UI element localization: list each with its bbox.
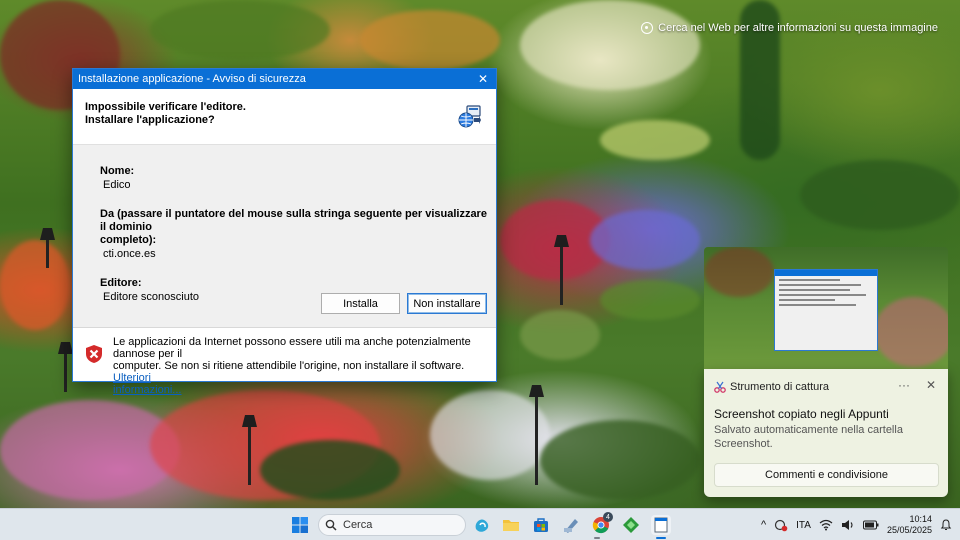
wallpaper-shrub — [540, 420, 700, 500]
wallpaper-flowers — [0, 240, 70, 330]
clock-time: 10:14 — [909, 514, 932, 524]
green-app-icon[interactable] — [621, 515, 641, 535]
warning-line1: Le applicazioni da Internet possono esse… — [113, 336, 471, 360]
show-hidden-icons-chevron[interactable]: ^ — [761, 519, 766, 531]
wallpaper-flowers — [590, 210, 700, 270]
publisher-label: Editore: — [100, 277, 142, 289]
name-value: Edico — [103, 179, 131, 191]
active-window-indicator — [656, 537, 666, 539]
dialog-heading-line2: Installare l'applicazione? — [85, 114, 215, 126]
search-label: Cerca — [343, 519, 373, 531]
clock[interactable]: 10:14 25/05/2025 — [887, 514, 932, 536]
name-label: Nome: — [100, 165, 135, 177]
clock-date: 25/05/2025 — [886, 525, 932, 535]
screenshot-thumbnail[interactable] — [704, 247, 948, 369]
visual-search-icon — [641, 22, 654, 34]
wallpaper-lawn — [600, 280, 700, 320]
thumbnail-foliage — [704, 247, 774, 297]
thumbnail-dialog — [774, 269, 878, 351]
language-indicator[interactable]: ITA — [796, 520, 811, 531]
dialog-warning-footer: Le applicazioni da Internet possono esse… — [73, 327, 496, 396]
taskbar-search-box[interactable]: Cerca — [318, 514, 466, 536]
wallpaper-foliage — [520, 0, 700, 90]
security-alert-icon[interactable] — [774, 518, 788, 532]
warning-shield-icon — [86, 345, 102, 363]
installer-app-icon[interactable] — [561, 515, 581, 535]
thumbnail-text-line — [779, 294, 866, 296]
warning-line2: computer. Se non si ritiene attendibile … — [113, 360, 465, 372]
install-button[interactable]: Installa — [321, 293, 400, 314]
security-warning-dialog: Installazione applicazione - Avviso di s… — [72, 68, 497, 396]
thumbnail-flowers — [874, 297, 948, 367]
notification-more-button[interactable]: ··· — [898, 378, 910, 392]
wallpaper-foliage — [150, 0, 330, 60]
search-icon — [325, 519, 337, 531]
system-tray: ^ ITA 10:14 25/05/2025 — [761, 509, 952, 540]
thumbnail-text-line — [779, 279, 841, 281]
wallpaper-tulips — [430, 390, 550, 480]
wallpaper-shrub — [520, 310, 600, 360]
from-value[interactable]: cti.once.es — [100, 248, 496, 261]
thumbnail-text-line — [779, 304, 856, 306]
notification-bell-icon[interactable] — [940, 519, 952, 531]
application-install-icon — [458, 105, 481, 128]
taskbar: Cerca 4 ^ ITA 10:14 25/05/2025 — [0, 508, 960, 540]
dialog-title: Installazione applicazione - Avviso di s… — [78, 73, 306, 85]
chrome-running-indicator — [594, 537, 600, 539]
microsoft-store-icon[interactable] — [531, 515, 551, 535]
notification-app-name: Strumento di cattura — [730, 381, 830, 393]
dialog-titlebar[interactable]: Installazione applicazione - Avviso di s… — [73, 69, 496, 89]
chrome-notification-badge: 4 — [603, 512, 613, 522]
wallpaper-hedge — [800, 160, 960, 230]
wallpaper-lamp — [64, 352, 67, 392]
notification-body: Salvato automaticamente nella cartella S… — [714, 424, 903, 450]
wallpaper-flowers — [600, 120, 710, 160]
dialog-body: Nome: Edico Da (passare il puntatore del… — [73, 145, 496, 304]
from-label-line2: completo): — [100, 234, 157, 246]
dont-install-button[interactable]: Non installare — [407, 293, 487, 314]
web-search-hint[interactable]: Cerca nel Web per altre informazioni su … — [641, 22, 938, 34]
notification-close-button[interactable]: ✕ — [926, 378, 936, 392]
dialog-heading-line1: Impossibile verificare l'editore. — [85, 101, 246, 113]
dialog-close-button[interactable]: ✕ — [470, 69, 496, 89]
more-info-link[interactable]: Ulteriori — [113, 372, 151, 384]
wallpaper-lamp — [535, 395, 538, 485]
copilot-icon[interactable] — [472, 515, 492, 535]
start-button-windows-icon[interactable] — [290, 515, 310, 535]
active-installer-window-icon[interactable] — [651, 515, 671, 535]
wallpaper-lamp — [248, 425, 251, 485]
wifi-icon[interactable] — [819, 519, 833, 531]
snipping-tool-icon — [714, 381, 726, 393]
snipping-tool-notification: Strumento di cattura ··· ✕ Screenshot co… — [704, 369, 948, 497]
thumbnail-text-line — [779, 284, 861, 286]
notification-title: Screenshot copiato negli Appunti — [714, 407, 889, 421]
thumbnail-dialog-titlebar — [775, 270, 877, 276]
wallpaper-foliage — [360, 10, 500, 70]
from-label-line1: Da (passare il puntatore del mouse sulla… — [100, 208, 487, 233]
thumbnail-text-line — [779, 299, 836, 301]
wallpaper-lamp — [560, 245, 563, 305]
volume-icon[interactable] — [841, 519, 855, 531]
wallpaper-shrub — [260, 440, 400, 500]
web-search-hint-text: Cerca nel Web per altre informazioni su … — [658, 22, 938, 34]
wallpaper-lamp — [46, 238, 49, 268]
thumbnail-text-line — [779, 289, 851, 291]
more-info-link-continued[interactable]: informazioni... — [113, 384, 181, 396]
battery-icon[interactable] — [862, 520, 879, 530]
dialog-header: Impossibile verificare l'editore. Instal… — [73, 89, 496, 145]
file-explorer-icon[interactable] — [501, 515, 521, 535]
feedback-share-button[interactable]: Commenti e condivisione — [714, 463, 939, 487]
